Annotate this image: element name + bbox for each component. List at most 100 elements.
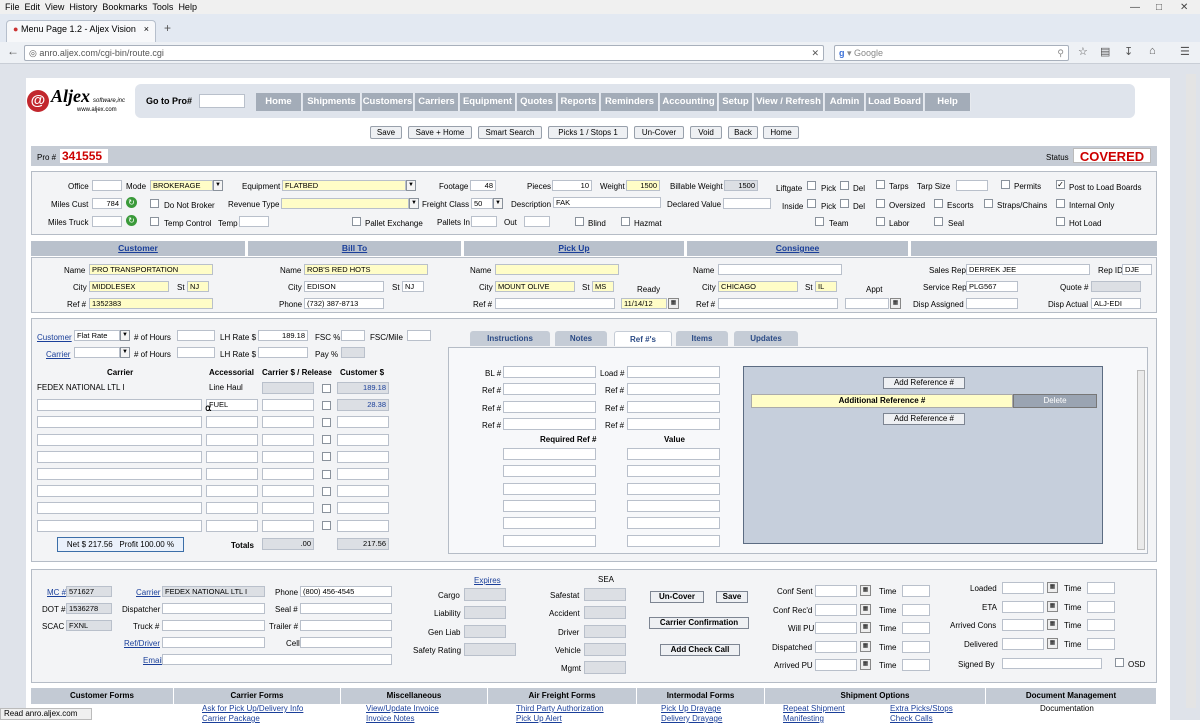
labor-checkbox[interactable] bbox=[876, 217, 885, 226]
uncover-button[interactable]: Un-Cover bbox=[650, 591, 704, 603]
charge-row-checkbox[interactable] bbox=[322, 521, 331, 531]
charge-row-release-input[interactable] bbox=[262, 416, 314, 429]
sales-rep-input[interactable]: DERREK JEE bbox=[966, 264, 1090, 275]
liftgate-del-checkbox[interactable] bbox=[840, 181, 849, 190]
tarp-size-input[interactable] bbox=[956, 180, 988, 191]
osd-checkbox[interactable] bbox=[1115, 658, 1124, 667]
charge-row-release-input[interactable] bbox=[262, 485, 314, 498]
maximize-icon[interactable]: □ bbox=[1156, 2, 1162, 13]
footer-link-pick-up-alert[interactable]: Pick Up Alert bbox=[516, 714, 562, 723]
new-tab-button[interactable]: + bbox=[164, 21, 171, 35]
required-ref-value-input[interactable] bbox=[627, 517, 720, 530]
fsc-pct-input[interactable] bbox=[341, 330, 365, 341]
charge-row-release-input[interactable] bbox=[262, 502, 314, 515]
pickup-name-input[interactable] bbox=[495, 264, 619, 275]
charge-row-accessorial-input[interactable] bbox=[206, 485, 258, 498]
nav-carriers[interactable]: Carriers bbox=[415, 93, 459, 111]
miles-truck-input[interactable] bbox=[92, 216, 122, 227]
consignee-ref-input[interactable] bbox=[718, 298, 838, 309]
nav-shipments[interactable]: Shipments bbox=[303, 93, 361, 111]
post-to-load-boards-checkbox[interactable] bbox=[1056, 180, 1065, 189]
eta-calendar-icon[interactable]: ▦ bbox=[1047, 600, 1058, 612]
charge-row-carrier-input[interactable] bbox=[37, 450, 202, 463]
home-icon[interactable]: ⌂ bbox=[1149, 45, 1156, 57]
charge-row-checkbox[interactable] bbox=[322, 452, 331, 462]
mc-input[interactable]: 571627 bbox=[66, 586, 112, 597]
phone-input[interactable]: (800) 456-4545 bbox=[300, 586, 392, 597]
permits-checkbox[interactable] bbox=[1001, 180, 1010, 189]
footer-tab-customer-forms[interactable]: Customer Forms bbox=[31, 688, 174, 704]
billto-phone-input[interactable]: (732) 387-8713 bbox=[304, 298, 384, 309]
reload-icon[interactable]: ✕ bbox=[811, 48, 819, 59]
tab-updates[interactable]: Updates bbox=[734, 331, 798, 346]
ref-input-right[interactable] bbox=[627, 400, 720, 413]
disp-actual-input[interactable]: ALJ-EDI bbox=[1091, 298, 1141, 309]
required-ref-input[interactable] bbox=[503, 465, 596, 478]
charge-row-release-input[interactable] bbox=[262, 519, 314, 532]
customer-hours-input[interactable] bbox=[177, 330, 215, 341]
pickup-calendar-icon[interactable]: ▦ bbox=[668, 298, 679, 309]
required-ref-input[interactable] bbox=[503, 499, 596, 512]
charge-row-checkbox[interactable] bbox=[322, 383, 331, 393]
tab-items[interactable]: Items bbox=[676, 331, 728, 346]
menu-file[interactable]: File bbox=[5, 2, 20, 12]
add-reference-button-bottom[interactable]: Add Reference # bbox=[883, 413, 965, 425]
team-checkbox[interactable] bbox=[815, 217, 824, 226]
conf-recd-date-input[interactable] bbox=[815, 603, 857, 616]
refresh-miles-icon[interactable]: ↻ bbox=[126, 197, 137, 208]
hazmat-checkbox[interactable] bbox=[621, 217, 630, 226]
eta-date-input[interactable] bbox=[1002, 600, 1044, 613]
charge-row-checkbox[interactable] bbox=[322, 400, 331, 410]
ref-input-right[interactable] bbox=[627, 383, 720, 396]
footer-tab-intermodal-forms[interactable]: Intermodal Forms bbox=[637, 688, 765, 704]
charge-row-release-input[interactable] bbox=[262, 450, 314, 463]
nav-view-refresh[interactable]: View / Refresh bbox=[754, 93, 824, 111]
consignee-appt-input[interactable] bbox=[845, 298, 889, 309]
loaded-time-input[interactable] bbox=[1087, 582, 1115, 594]
footer-tab-shipment-options[interactable]: Shipment Options bbox=[765, 688, 986, 704]
customer-name-input[interactable]: PRO TRANSPORTATION bbox=[89, 264, 213, 275]
inside-pick-checkbox[interactable] bbox=[807, 199, 816, 208]
conf-sent-date-input[interactable] bbox=[815, 585, 857, 597]
pallets-in-input[interactable] bbox=[471, 216, 497, 227]
back-arrow-icon[interactable]: ← bbox=[7, 44, 19, 58]
expires-link[interactable]: Expires bbox=[474, 576, 501, 585]
menu-help[interactable]: Help bbox=[178, 2, 197, 12]
delivered-date-input[interactable] bbox=[1002, 637, 1044, 650]
arrived-cons-date-input[interactable] bbox=[1002, 619, 1044, 631]
ref-driver-link[interactable]: Ref/Driver bbox=[124, 639, 160, 648]
revenue-type-select[interactable] bbox=[281, 198, 409, 209]
required-ref-input[interactable] bbox=[503, 517, 596, 530]
charge-row-accessorial-input[interactable] bbox=[206, 450, 258, 463]
description-input[interactable]: FAK bbox=[553, 197, 661, 208]
delete-column[interactable]: Delete bbox=[1013, 394, 1097, 408]
charge-row-customer-input[interactable]: 189.18 bbox=[337, 382, 389, 394]
footer-link-view-update-invoice[interactable]: View/Update Invoice bbox=[366, 704, 439, 713]
footer-link-manifesting[interactable]: Manifesting bbox=[783, 714, 824, 723]
goto-pro-input[interactable] bbox=[199, 94, 245, 108]
conf-recd-time-input[interactable] bbox=[902, 603, 930, 616]
mode-select[interactable]: BROKERAGE bbox=[150, 180, 213, 191]
equipment-dropdown-icon[interactable]: ▼ bbox=[406, 180, 416, 191]
action-picks-1-stops-1-button[interactable]: Picks 1 / Stops 1 bbox=[548, 126, 628, 139]
nav-reminders[interactable]: Reminders bbox=[601, 93, 659, 111]
load-input[interactable] bbox=[627, 366, 720, 378]
close-tab-icon[interactable]: × bbox=[144, 24, 149, 34]
menu-edit[interactable]: Edit bbox=[25, 2, 41, 12]
temp-input[interactable] bbox=[239, 216, 269, 227]
action-smart-search-button[interactable]: Smart Search bbox=[478, 126, 542, 139]
action-home-button[interactable]: Home bbox=[763, 126, 799, 139]
pickup-ready-input[interactable]: 11/14/12 bbox=[621, 298, 667, 309]
charge-row-release-input[interactable] bbox=[262, 433, 314, 446]
consignee-calendar-icon[interactable]: ▦ bbox=[890, 298, 901, 309]
footer-link-invoice-notes[interactable]: Invoice Notes bbox=[366, 714, 414, 723]
nav-home[interactable]: Home bbox=[256, 93, 302, 111]
action-save-button[interactable]: Save bbox=[370, 126, 402, 139]
pallets-out-input[interactable] bbox=[524, 216, 550, 227]
hamburger-menu-icon[interactable]: ☰ bbox=[1180, 45, 1190, 58]
email-input[interactable] bbox=[162, 654, 392, 665]
action-un-cover-button[interactable]: Un-Cover bbox=[634, 126, 684, 139]
trailer-input[interactable] bbox=[300, 620, 392, 631]
weight-input[interactable]: 1500 bbox=[626, 180, 660, 191]
tab-notes[interactable]: Notes bbox=[555, 331, 607, 346]
